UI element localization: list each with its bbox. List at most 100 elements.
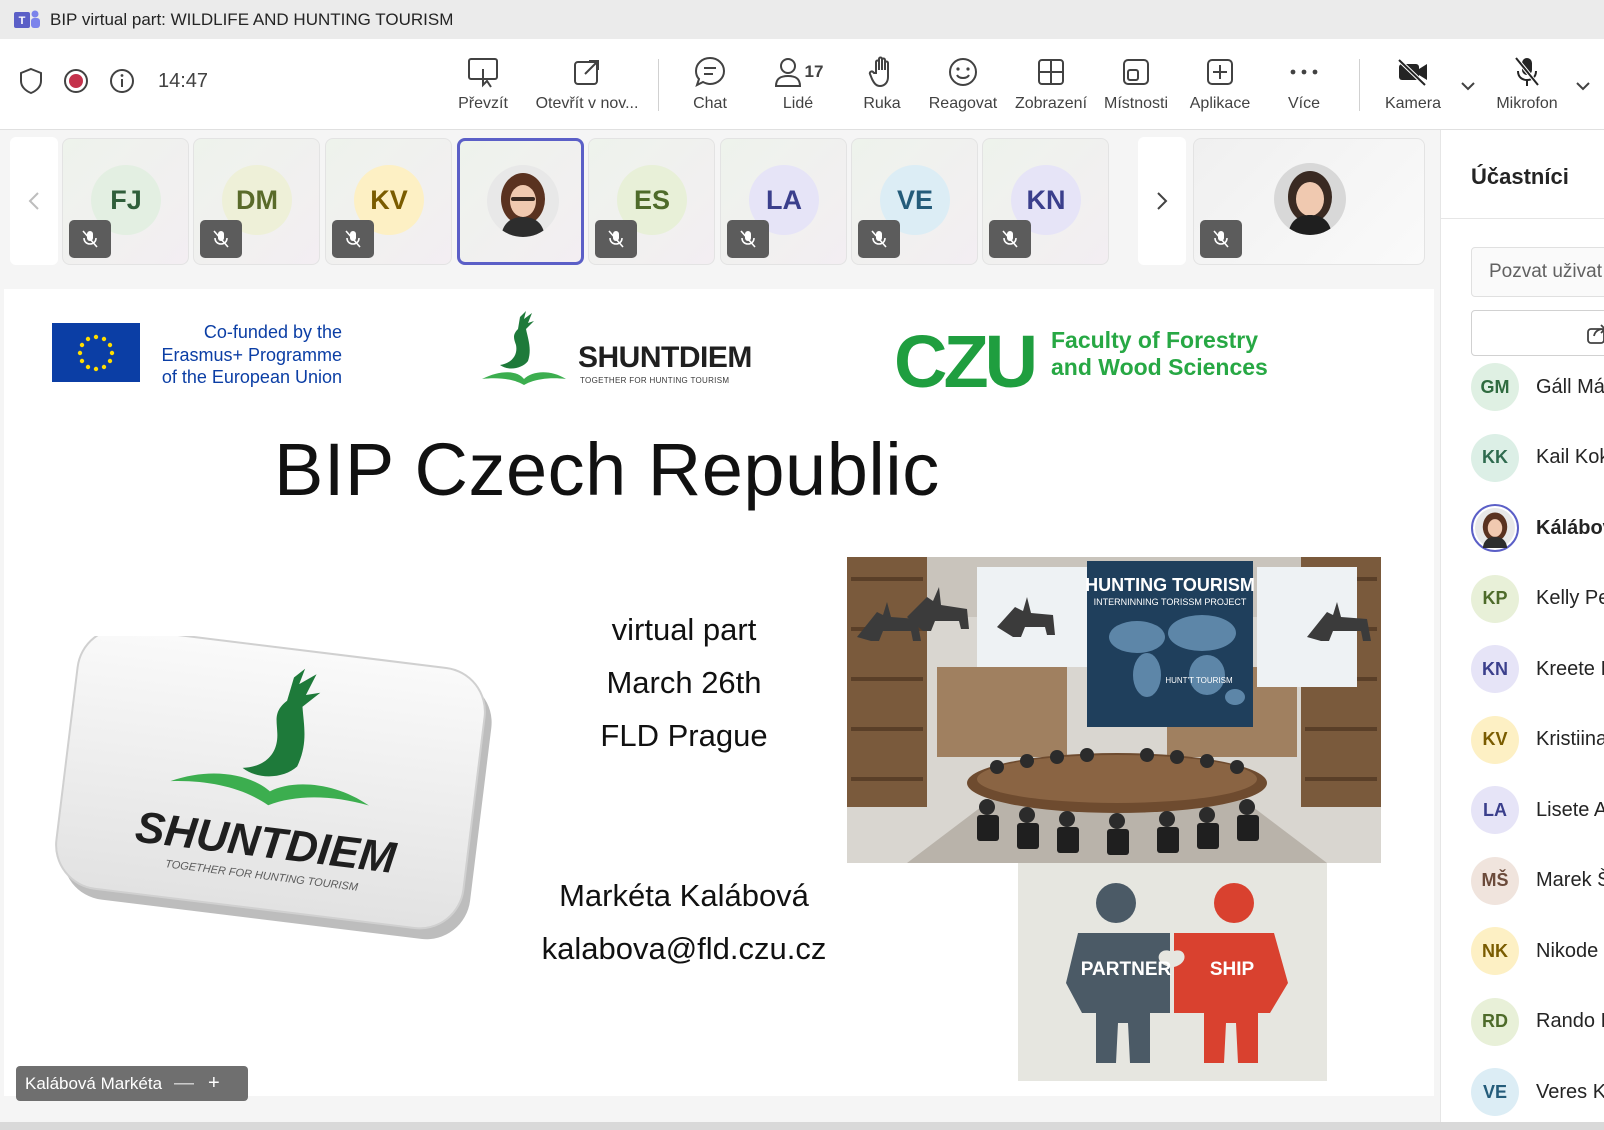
participant-name: Kristiina <box>1536 728 1604 750</box>
chat-icon <box>694 56 726 87</box>
participant-list-item[interactable]: KP Kelly Pe <box>1471 574 1604 624</box>
participant-avatar: GM <box>1471 363 1519 411</box>
muted-indicator <box>595 220 637 258</box>
participant-avatar: KV <box>1471 715 1519 764</box>
slide-title: BIP Czech Republic <box>274 428 940 511</box>
mic-off-icon <box>1002 230 1018 248</box>
participant-list-item[interactable]: MŠ Marek Š <box>1471 856 1604 906</box>
people-button[interactable]: 17 Lidé <box>766 53 830 119</box>
raise-hand-label: Ruka <box>863 95 901 112</box>
share-icon <box>1587 324 1604 344</box>
participant-list-item[interactable]: KK Kail Kok <box>1471 433 1604 483</box>
smiley-icon <box>949 58 977 86</box>
participant-list-item[interactable]: KV Kristiina <box>1471 715 1604 765</box>
chat-button[interactable]: Chat <box>690 53 730 119</box>
take-control-button[interactable]: Převzít <box>455 53 511 119</box>
participant-name: Kreete I <box>1536 657 1604 680</box>
participants-panel-title: Účastníci <box>1471 164 1569 189</box>
camera-options-chevron-icon[interactable] <box>1460 81 1476 91</box>
hand-icon <box>868 56 889 88</box>
toolbar-separator <box>1359 59 1360 111</box>
mic-off-icon <box>1213 230 1229 248</box>
info-icon[interactable] <box>108 67 136 95</box>
zoom-out-button[interactable]: — <box>174 1072 194 1095</box>
apps-label: Aplikace <box>1189 95 1251 112</box>
open-new-window-label: Otevřít v nov... <box>535 95 639 112</box>
participant-video-tile[interactable] <box>457 138 584 265</box>
mic-off-icon <box>608 230 624 248</box>
shared-presentation-slide: Co-funded by the Erasmus+ Programme of t… <box>4 289 1434 1096</box>
person-photo-icon <box>1274 163 1346 235</box>
mic-off-icon <box>1514 56 1540 87</box>
strip-next-button[interactable] <box>1138 137 1186 265</box>
participant-name: Gáll Má <box>1536 375 1604 398</box>
share-invite-button[interactable] <box>1471 310 1604 356</box>
participant-list-item[interactable]: KN Kreete I <box>1471 644 1604 694</box>
mic-options-chevron-icon[interactable] <box>1575 81 1591 91</box>
participant-video-tile[interactable]: FJ <box>62 138 189 265</box>
presenter-video-tile[interactable] <box>1193 138 1425 265</box>
shield-icon[interactable] <box>18 67 44 95</box>
faculty-name: Faculty of Forestry and Wood Sciences <box>1051 327 1268 381</box>
participant-avatar: LA <box>1471 786 1519 834</box>
eu-text-line: Co-funded by the <box>203 322 342 342</box>
window-bottom-edge <box>0 1122 1604 1130</box>
breakout-rooms-label: Místnosti <box>1103 95 1168 112</box>
open-new-window-button[interactable]: Otevřít v nov... <box>527 53 647 119</box>
view-label: Zobrazení <box>1014 95 1088 112</box>
presenter-photo-avatar <box>1274 163 1346 235</box>
participant-name: Kelly Pe <box>1536 587 1604 609</box>
apps-button[interactable]: Aplikace <box>1188 53 1252 119</box>
participant-list-item[interactable]: GM Gáll Má <box>1471 362 1604 412</box>
participant-name: Nikode <box>1536 939 1599 962</box>
event-info-line: FLD Prague <box>600 718 768 753</box>
participant-video-tile[interactable]: LA <box>720 138 847 265</box>
recording-icon[interactable] <box>62 67 90 95</box>
people-icon <box>774 58 801 87</box>
participant-list-item[interactable]: NK Nikode <box>1471 926 1604 976</box>
meeting-timer: 14:47 <box>158 69 209 92</box>
participant-video-tile[interactable]: KN <box>982 138 1109 265</box>
shuntdiem-deer-logo <box>482 311 566 385</box>
breakout-rooms-button[interactable]: Místnosti <box>1102 53 1170 119</box>
participant-list-item[interactable]: VE Veres K <box>1471 1067 1604 1117</box>
muted-indicator <box>69 220 111 258</box>
mic-off-icon <box>82 230 98 248</box>
view-button[interactable]: Zobrazení <box>1014 53 1088 119</box>
strip-previous-button[interactable] <box>10 137 58 265</box>
poster-small-text: HUNT'T TOURISM <box>1165 676 1233 685</box>
event-info: virtual part March 26th FLD Prague <box>564 603 804 762</box>
presenter-name-tag[interactable]: Kalábová Markéta — + <box>16 1066 248 1101</box>
eu-text-line: Erasmus+ Programme <box>161 344 342 365</box>
zoom-in-button[interactable]: + <box>208 1072 220 1095</box>
participant-list-item[interactable]: Kálábov <box>1471 503 1604 553</box>
muted-indicator <box>332 220 374 258</box>
teams-logo-icon: T <box>14 10 40 28</box>
erasmus-cofunded-text: Co-funded by the Erasmus+ Programme of t… <box>152 321 342 389</box>
partner-right-label: SHIP <box>1210 959 1255 980</box>
participant-list-item[interactable]: LA Lisete A <box>1471 785 1604 835</box>
eu-flag-logo <box>52 323 140 382</box>
camera-off-icon <box>1397 58 1427 87</box>
react-button[interactable]: Reagovat <box>928 53 998 119</box>
meeting-info-group: 14:47 <box>18 67 208 95</box>
partnership-image: PARTNER SHIP <box>1018 863 1327 1081</box>
participant-name: Veres K <box>1536 1080 1604 1103</box>
participant-video-tile[interactable]: VE <box>851 138 978 265</box>
participant-video-tile[interactable]: KV <box>325 138 452 265</box>
more-button[interactable]: Více <box>1284 53 1324 119</box>
microphone-button[interactable]: Mikrofon <box>1492 53 1562 119</box>
muted-indicator <box>727 220 769 258</box>
event-info-line: virtual part <box>611 612 757 647</box>
eu-text-line: of the European Union <box>161 367 342 387</box>
czu-logo: CZU <box>894 325 1034 395</box>
more-label: Více <box>1287 95 1320 112</box>
invite-people-input[interactable]: Pozvat uživat <box>1471 247 1604 297</box>
participant-list-item[interactable]: RD Rando I <box>1471 997 1604 1047</box>
partner-left-label: PARTNER <box>1081 959 1172 980</box>
participant-video-tile[interactable]: ES <box>588 138 715 265</box>
participant-video-tile[interactable]: DM <box>193 138 320 265</box>
raise-hand-button[interactable]: Ruka <box>860 53 904 119</box>
camera-button[interactable]: Kamera <box>1384 53 1442 119</box>
shuntdiem-wordmark: SHUNTDIEM <box>578 341 752 374</box>
